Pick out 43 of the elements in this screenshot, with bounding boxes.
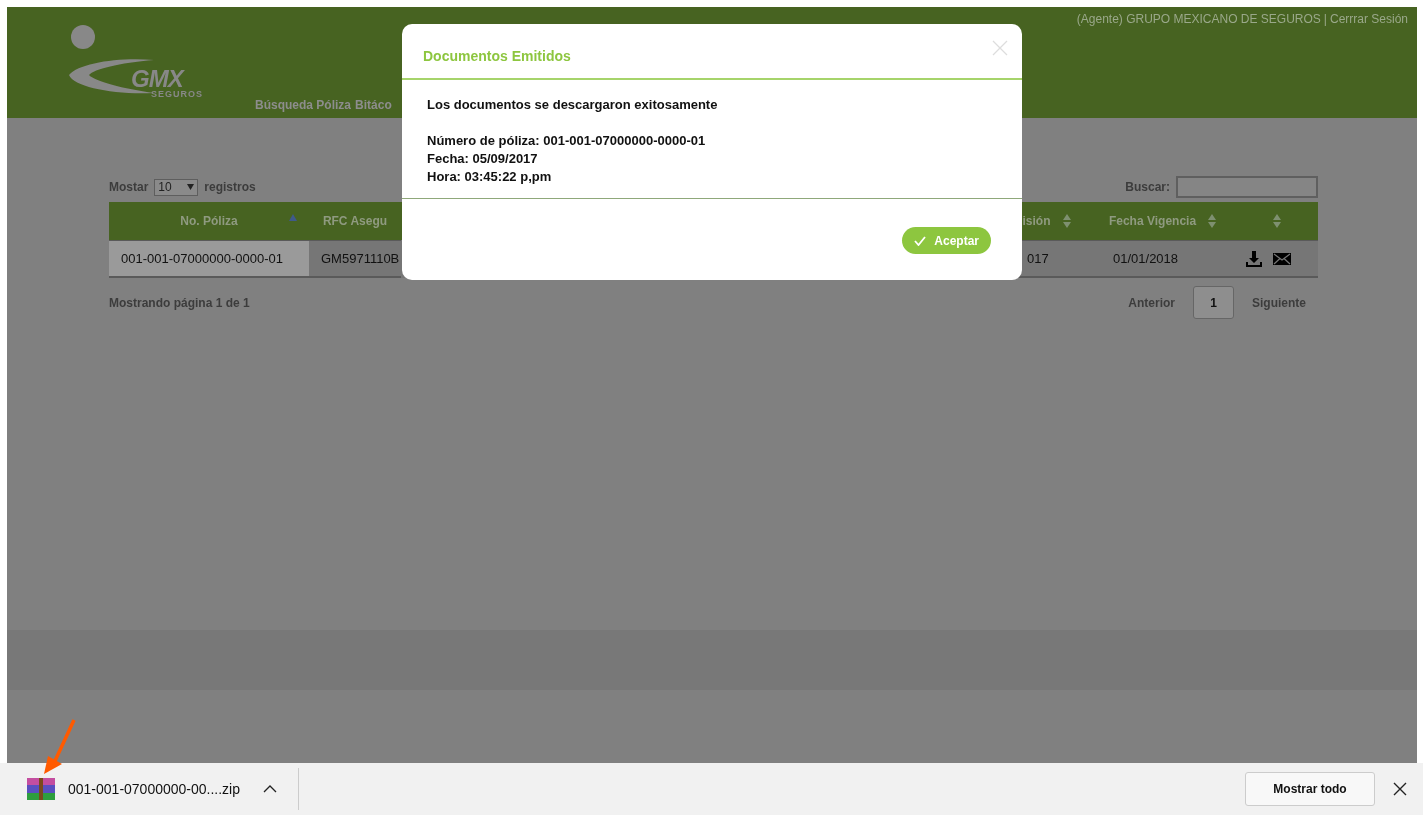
show-label: Mostar: [109, 180, 149, 194]
show-all-button[interactable]: Mostrar todo: [1245, 772, 1375, 806]
search-field[interactable]: [1176, 176, 1318, 198]
previous-link[interactable]: Anterior: [1128, 295, 1175, 310]
logout-link[interactable]: Cerrrar Sesión: [1329, 12, 1408, 26]
table-cell: 01/01/2018: [1090, 240, 1235, 278]
next-link[interactable]: Siguiente: [1252, 295, 1306, 310]
sort-ascending-icon[interactable]: [289, 214, 297, 221]
column-header[interactable]: RFC Asegu: [309, 202, 401, 240]
logo-tagline: SEGUROS: [151, 89, 203, 99]
table-cell: GM5971110B: [309, 240, 401, 278]
accept-button[interactable]: Aceptar: [902, 227, 991, 254]
modal-detail: Fecha: 05/09/2017: [427, 150, 539, 168]
sort-icon[interactable]: [1208, 214, 1217, 228]
sort-icon[interactable]: [1272, 214, 1281, 228]
envelope-icon[interactable]: [1273, 252, 1291, 265]
column-header[interactable]: [1235, 202, 1318, 240]
download-icon[interactable]: [1245, 249, 1263, 268]
download-filename[interactable]: 001-001-07000000-00....zip: [68, 781, 241, 797]
check-icon: [914, 235, 927, 246]
nav-link[interactable]: Bitáco: [355, 98, 392, 112]
table-info: Mostrando página 1 de 1: [109, 295, 250, 310]
search-label: Buscar:: [1125, 180, 1170, 194]
modal-message: Los documentos se descargaron exitosamente: [427, 96, 719, 114]
modal-detail: Número de póliza: 001-001-07000000-0000-01: [427, 132, 707, 150]
logo-name: GMX: [131, 65, 183, 92]
column-header[interactable]: Fecha Vigencia: [1090, 202, 1235, 240]
separator: |: [1323, 12, 1327, 26]
archive-file-icon: [26, 777, 56, 801]
page-size-select[interactable]: 10: [154, 178, 199, 196]
table-cell: 001-001-07000000-0000-01: [109, 240, 309, 278]
sort-icon[interactable]: [1062, 214, 1071, 228]
records-label: registros: [204, 180, 256, 194]
modal-detail: Hora: 03:45:22 p,pm: [427, 168, 553, 186]
close-icon[interactable]: [992, 40, 1008, 56]
dropdown-icon: [187, 184, 195, 190]
user-info: (Agente) GRUPO MEXICANO DE SEGUROS: [1076, 12, 1321, 26]
page-button[interactable]: 1: [1193, 286, 1234, 319]
caret-up-icon[interactable]: [262, 784, 279, 794]
close-icon: [1393, 782, 1407, 796]
modal-title: Documentos Emitidos: [423, 48, 571, 64]
column-header[interactable]: No. Póliza: [109, 202, 309, 240]
nav-link[interactable]: Búsqueda Póliza: [255, 98, 352, 112]
